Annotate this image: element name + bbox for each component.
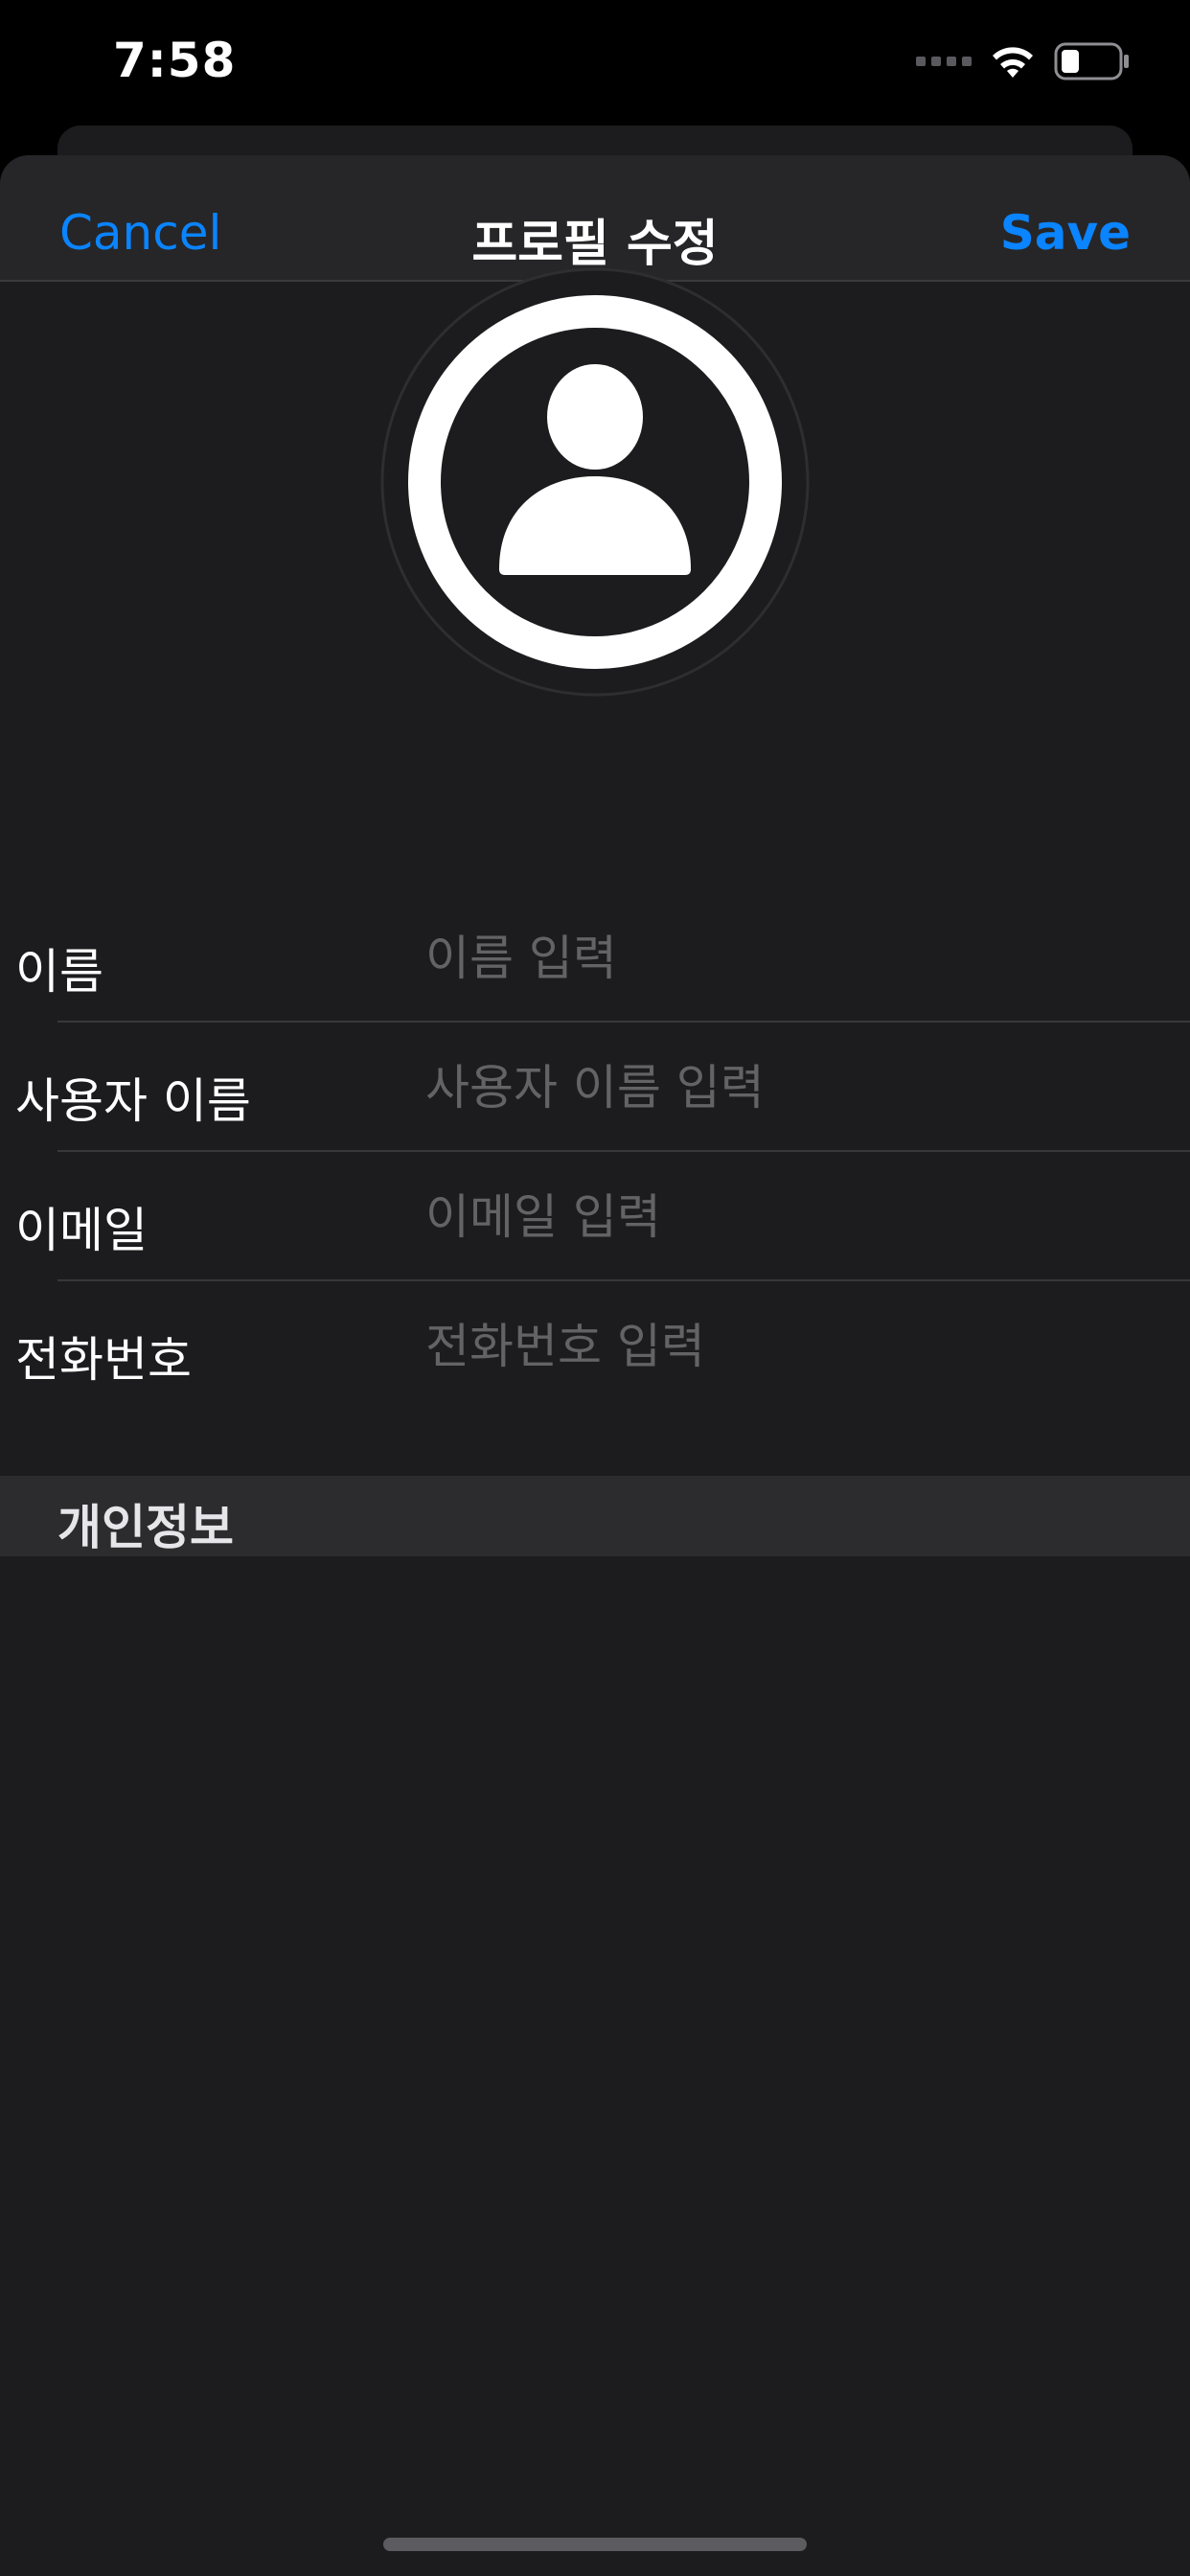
avatar-button[interactable] bbox=[379, 266, 811, 698]
signal-icon bbox=[916, 57, 972, 66]
form-row-username: 사용자 이름 bbox=[0, 1023, 1190, 1152]
username-label: 사용자 이름 bbox=[15, 1073, 251, 1129]
status-bar: 7:58 bbox=[0, 0, 1190, 125]
status-icons bbox=[916, 42, 1131, 80]
username-input[interactable] bbox=[425, 1051, 1173, 1124]
profile-form: 이름 사용자 이름 이메일 전화번호 bbox=[0, 893, 1190, 1411]
email-label: 이메일 bbox=[15, 1203, 148, 1258]
phone-label: 전화번호 bbox=[15, 1332, 192, 1388]
form-row-name: 이름 bbox=[0, 893, 1190, 1023]
name-input[interactable] bbox=[425, 922, 1173, 995]
section-header-personal-info: 개인정보 bbox=[0, 1476, 1190, 1556]
battery-icon bbox=[1054, 42, 1131, 80]
phone-input[interactable] bbox=[425, 1310, 1173, 1383]
section-title: 개인정보 bbox=[57, 1500, 234, 1555]
home-indicator bbox=[383, 2538, 807, 2551]
person-icon bbox=[380, 267, 810, 697]
form-row-phone: 전화번호 bbox=[0, 1281, 1190, 1411]
save-button[interactable]: Save bbox=[1000, 205, 1131, 261]
status-time: 7:58 bbox=[113, 33, 237, 88]
wifi-icon bbox=[989, 43, 1037, 80]
email-input[interactable] bbox=[425, 1181, 1173, 1254]
navigation-bar: Cancel 프로필 수정 Save bbox=[0, 155, 1190, 282]
name-label: 이름 bbox=[15, 944, 103, 1000]
form-row-email: 이메일 bbox=[0, 1152, 1190, 1281]
